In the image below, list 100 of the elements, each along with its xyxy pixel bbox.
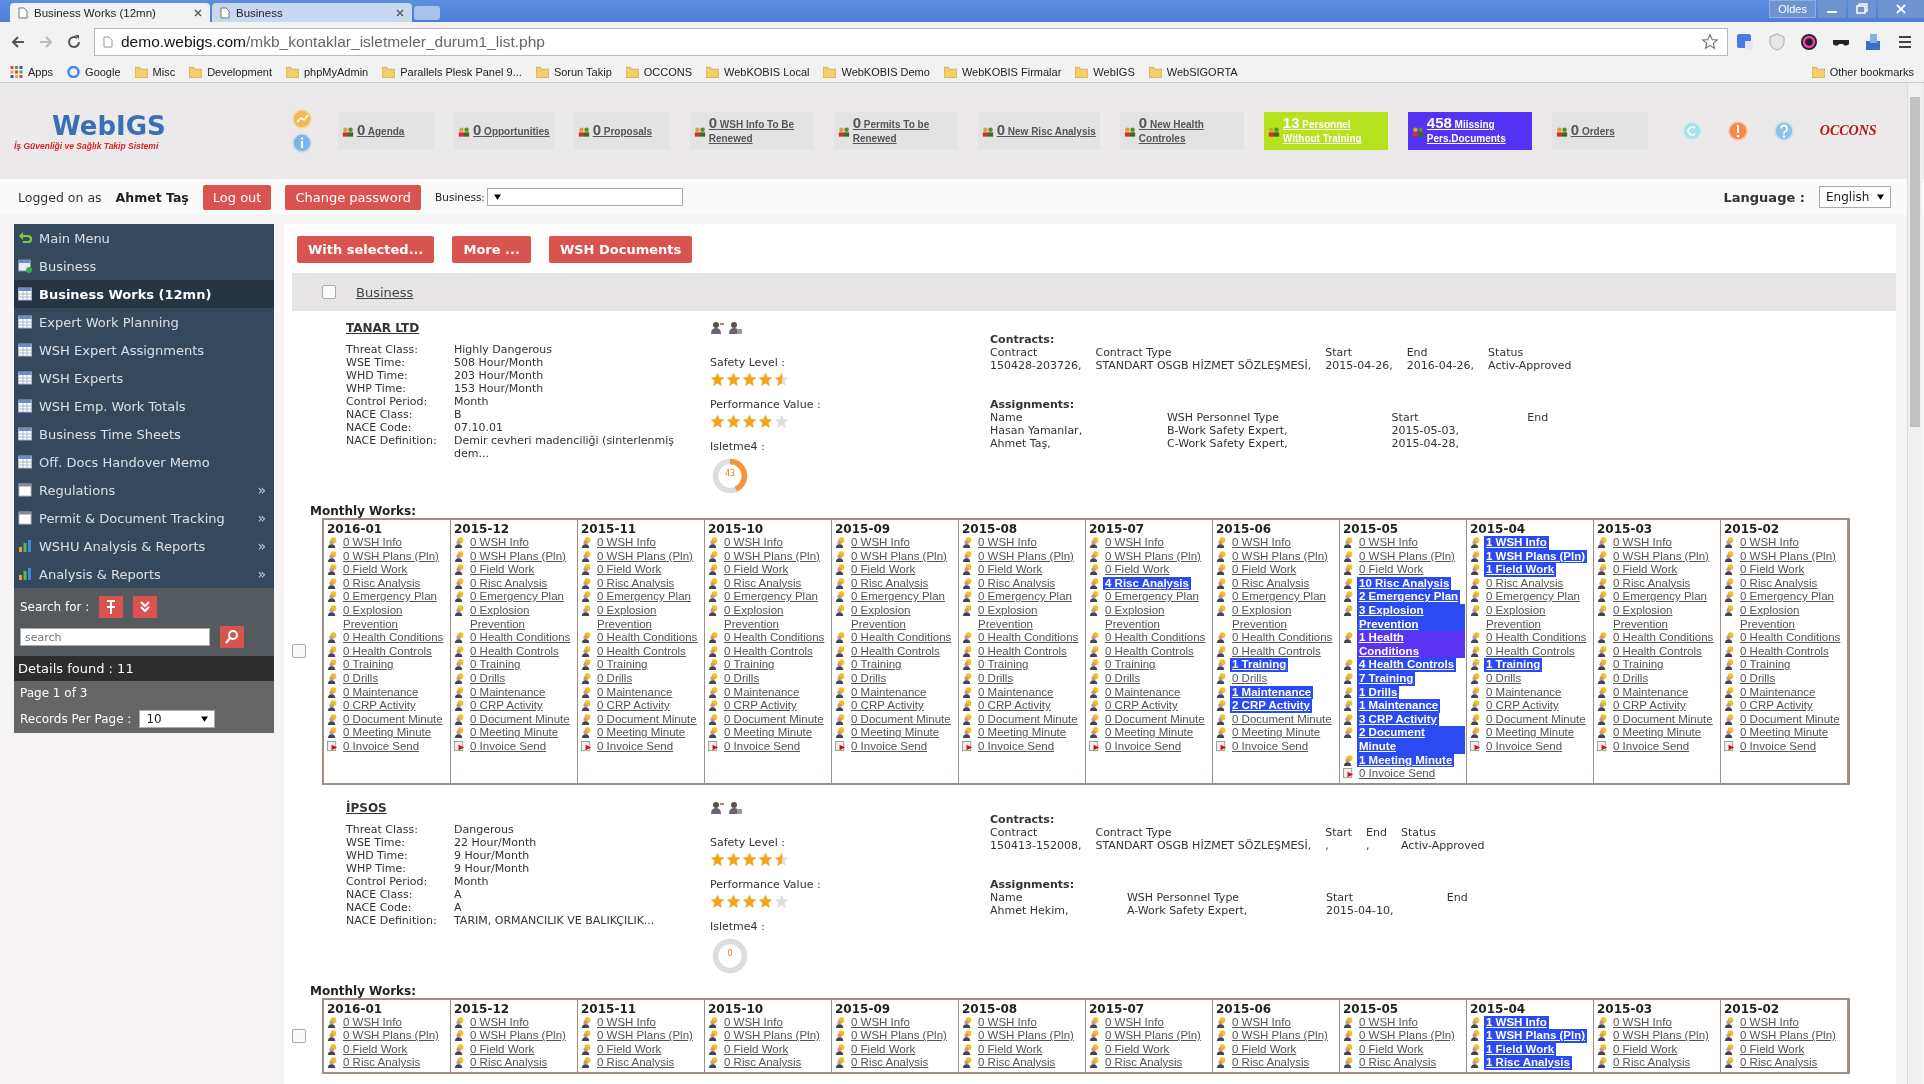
work-link[interactable]: 0 CRP Activity bbox=[341, 699, 418, 713]
reload-icon[interactable] bbox=[66, 34, 82, 50]
work-link[interactable]: 0 WSH Plans (Pln) bbox=[1103, 1029, 1203, 1043]
work-link[interactable]: 0 WSH Plans (Pln) bbox=[341, 549, 441, 564]
work-link[interactable]: 0 Explosion Prevention bbox=[1230, 603, 1338, 632]
work-link[interactable]: 0 Emergency Plan bbox=[595, 590, 693, 604]
work-link[interactable]: 0 Emergency Plan bbox=[1484, 590, 1582, 604]
menu-item[interactable]: Analysis & Reports » bbox=[14, 560, 274, 588]
work-link[interactable]: 0 Risc Analysis bbox=[849, 1056, 931, 1071]
bookmark[interactable]: Misc bbox=[134, 66, 176, 78]
bookmark[interactable]: Development bbox=[189, 66, 272, 78]
work-link[interactable]: 0 Health Conditions bbox=[1738, 631, 1843, 645]
work-link[interactable]: 0 WSH Plans (Pln) bbox=[1357, 549, 1457, 564]
business-column-link[interactable]: Business bbox=[356, 284, 414, 300]
select-all-checkbox[interactable] bbox=[322, 285, 336, 299]
work-link[interactable]: 0 Drills bbox=[1484, 671, 1524, 686]
counter-tile[interactable]: 0 Orders bbox=[1551, 112, 1648, 150]
records-per-page-select[interactable]: 10 bbox=[139, 710, 216, 728]
work-link[interactable]: 0 Emergency Plan bbox=[468, 590, 566, 604]
work-link[interactable]: 0 Health Conditions bbox=[595, 631, 700, 645]
menu-item[interactable]: WSHU Analysis & Reports » bbox=[14, 532, 274, 560]
bookmark[interactable]: WebKOBIS Demo bbox=[823, 66, 930, 78]
work-link[interactable]: 0 Field Work bbox=[468, 1042, 537, 1057]
work-link[interactable]: 0 Risc Analysis bbox=[1738, 1056, 1820, 1071]
work-link[interactable]: 0 Invoice Send bbox=[595, 739, 676, 754]
info-icon[interactable] bbox=[292, 133, 312, 153]
menu-item[interactable]: Business Works (12mn) bbox=[14, 280, 274, 308]
work-link[interactable]: 0 WSH Info bbox=[1738, 1015, 1801, 1030]
action-button[interactable]: WSH Documents bbox=[548, 236, 693, 263]
browser-tab[interactable]: Business bbox=[212, 3, 412, 22]
work-link[interactable]: 0 CRP Activity bbox=[468, 699, 545, 713]
work-link[interactable]: 0 WSH Plans (Pln) bbox=[1357, 1029, 1457, 1043]
work-link[interactable]: 0 WSH Info bbox=[1103, 1015, 1166, 1030]
work-link[interactable]: 0 Field Work bbox=[1738, 563, 1807, 577]
work-link[interactable]: 0 Emergency Plan bbox=[1738, 590, 1836, 604]
work-link[interactable]: 2 Emergency Plan bbox=[1357, 590, 1461, 604]
action-button[interactable]: More ... bbox=[452, 236, 531, 263]
work-link[interactable]: 0 Document Minute bbox=[1611, 712, 1715, 727]
work-link[interactable]: 0 CRP Activity bbox=[1103, 699, 1180, 713]
work-link[interactable]: 0 WSH Info bbox=[976, 536, 1039, 550]
work-link[interactable]: 0 Health Conditions bbox=[849, 631, 954, 645]
work-link[interactable]: 0 Drills bbox=[595, 671, 635, 686]
work-link[interactable]: 0 Emergency Plan bbox=[976, 590, 1074, 604]
work-link[interactable]: 0 Maintenance bbox=[1103, 685, 1183, 700]
work-link[interactable]: 0 Drills bbox=[341, 671, 381, 686]
work-link[interactable]: 0 Field Work bbox=[1357, 1042, 1426, 1057]
work-link[interactable]: 0 WSH Info bbox=[595, 1015, 658, 1030]
work-link[interactable]: 0 Invoice Send bbox=[468, 739, 549, 754]
work-link[interactable]: 0 Emergency Plan bbox=[1230, 590, 1328, 604]
search-icon[interactable] bbox=[220, 626, 244, 648]
work-link[interactable]: 1 Training bbox=[1484, 658, 1543, 672]
work-link[interactable]: 0 CRP Activity bbox=[849, 699, 926, 713]
work-link[interactable]: 0 WSH Info bbox=[341, 1015, 404, 1030]
work-link[interactable]: 0 Meeting Minute bbox=[849, 726, 942, 740]
work-link[interactable]: 0 Risc Analysis bbox=[1230, 576, 1312, 591]
work-link[interactable]: 0 Risc Analysis bbox=[468, 576, 550, 591]
work-link[interactable]: 0 Field Work bbox=[849, 563, 918, 577]
work-link[interactable]: 0 WSH Info bbox=[468, 1015, 531, 1030]
work-link[interactable]: 0 Health Controls bbox=[1611, 644, 1704, 659]
work-link[interactable]: 0 Risc Analysis bbox=[1738, 576, 1820, 591]
work-link[interactable]: 0 Meeting Minute bbox=[468, 726, 561, 740]
work-link[interactable]: 0 Meeting Minute bbox=[1738, 726, 1831, 740]
work-link[interactable]: 0 Health Controls bbox=[976, 644, 1069, 659]
work-link[interactable]: 0 WSH Info bbox=[1357, 1015, 1420, 1030]
work-link[interactable]: 0 Maintenance bbox=[722, 685, 802, 700]
counter-tile[interactable]: 0 Proposals bbox=[573, 112, 670, 150]
work-link[interactable]: 0 WSH Info bbox=[976, 1015, 1039, 1030]
work-link[interactable]: 0 Training bbox=[722, 658, 777, 672]
work-link[interactable]: 0 Emergency Plan bbox=[849, 590, 947, 604]
work-link[interactable]: 0 Health Conditions bbox=[468, 631, 573, 645]
work-link[interactable]: 0 Health Controls bbox=[1103, 644, 1196, 659]
business-select[interactable] bbox=[486, 188, 683, 206]
work-link[interactable]: 0 Maintenance bbox=[468, 685, 548, 700]
work-link[interactable]: 4 Risc Analysis bbox=[1103, 576, 1191, 591]
work-link[interactable]: 0 Risc Analysis bbox=[1357, 1056, 1439, 1071]
menu-item[interactable]: Expert Work Planning bbox=[14, 308, 274, 336]
work-link[interactable]: 0 WSH Info bbox=[1230, 536, 1293, 550]
work-link[interactable]: 0 Explosion Prevention bbox=[341, 603, 449, 632]
work-link[interactable]: 0 Meeting Minute bbox=[341, 726, 434, 740]
work-link[interactable]: 0 Meeting Minute bbox=[1484, 726, 1577, 740]
work-link[interactable]: 0 Meeting Minute bbox=[976, 726, 1069, 740]
work-link[interactable]: 0 Maintenance bbox=[595, 685, 675, 700]
work-link[interactable]: 0 Meeting Minute bbox=[722, 726, 815, 740]
work-link[interactable]: 0 Field Work bbox=[976, 563, 1045, 577]
menu-item[interactable]: Business Time Sheets bbox=[14, 420, 274, 448]
work-link[interactable]: 0 WSH Plans (Pln) bbox=[1103, 549, 1203, 564]
work-link[interactable]: 0 Field Work bbox=[1738, 1042, 1807, 1057]
device-icon[interactable] bbox=[1864, 33, 1882, 51]
work-link[interactable]: 0 Emergency Plan bbox=[1103, 590, 1201, 604]
search-field[interactable]: search bbox=[20, 628, 210, 646]
restore-icon[interactable] bbox=[1848, 0, 1876, 18]
work-link[interactable]: 0 Risc Analysis bbox=[1484, 576, 1566, 591]
person-icon[interactable] bbox=[710, 800, 724, 815]
work-link[interactable]: 0 Risc Analysis bbox=[341, 1056, 423, 1071]
work-link[interactable]: 0 Health Conditions bbox=[722, 631, 827, 645]
work-link[interactable]: 0 CRP Activity bbox=[1484, 699, 1561, 713]
work-link[interactable]: 0 WSH Info bbox=[1738, 536, 1801, 550]
work-link[interactable]: 0 Health Conditions bbox=[341, 631, 446, 645]
bookmark[interactable]: phpMyAdmin bbox=[286, 66, 369, 78]
work-link[interactable]: 0 Field Work bbox=[976, 1042, 1045, 1057]
